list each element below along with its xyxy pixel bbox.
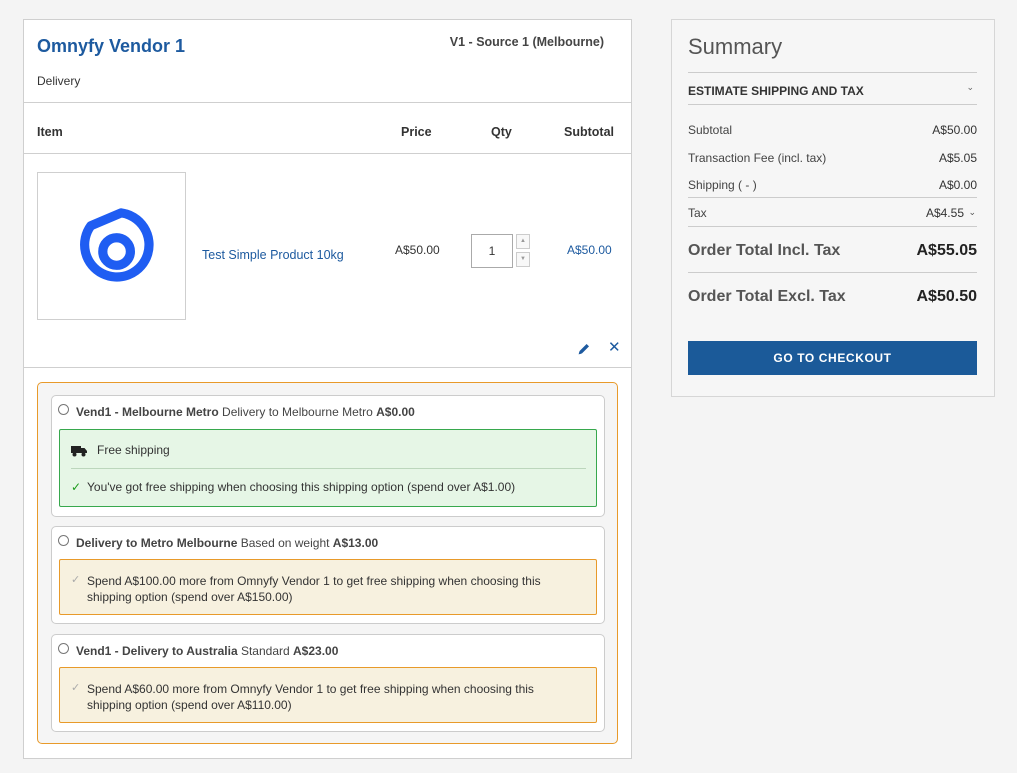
spend-more-notice: ✓ Spend A$100.00 more from Omnyfy Vendor… (59, 559, 597, 615)
check-icon: ✓ (71, 574, 81, 586)
close-icon[interactable]: ✕ (608, 338, 621, 356)
chevron-up-icon: ▲ (520, 238, 526, 244)
chevron-down-icon: ▼ (520, 256, 526, 262)
chevron-down-icon[interactable]: ⌄ (966, 82, 974, 93)
shipping-option[interactable]: Vend1 - Melbourne Metro Delivery to Melb… (51, 395, 605, 517)
column-header-qty: Qty (491, 125, 512, 139)
shipping-option-title: Vend1 - Delivery to Australia Standard A… (76, 644, 338, 658)
free-shipping-message: You've got free shipping when choosing t… (87, 480, 516, 494)
truck-icon (71, 446, 87, 457)
check-icon: ✓ (71, 682, 81, 694)
free-shipping-notice: Free shipping ✓ You've got free shipping… (59, 429, 597, 507)
tax-label[interactable]: Tax (688, 206, 707, 220)
free-shipping-title: Free shipping (97, 443, 170, 457)
delivery-label: Delivery (37, 74, 81, 88)
vendor-name: Omnyfy Vendor 1 (37, 36, 186, 56)
vendor-cart-block: Omnyfy Vendor 1 V1 - Source 1 (Melbourne… (23, 19, 632, 759)
chevron-down-icon[interactable]: ⌄ (968, 207, 976, 218)
shipping-option-description: Based on weight (240, 536, 330, 550)
shipping-option[interactable]: Vend1 - Delivery to Australia Standard A… (51, 634, 605, 732)
divider (688, 226, 977, 227)
spend-more-message: Spend A$60.00 more from Omnyfy Vendor 1 … (87, 682, 534, 712)
shipping-option-price: A$23.00 (293, 644, 339, 658)
shipping-value: A$0.00 (938, 178, 977, 192)
qty-decrease-button[interactable]: ▼ (516, 252, 530, 267)
divider (688, 272, 977, 273)
shipping-option-radio[interactable] (58, 404, 69, 415)
product-name-link[interactable]: Test Simple Product 10kg (202, 248, 344, 262)
shipping-options-panel: Vend1 - Melbourne Metro Delivery to Melb… (37, 382, 618, 744)
shipping-option[interactable]: Delivery to Metro Melbourne Based on wei… (51, 526, 605, 624)
order-total-incl-value: A$55.05 (916, 242, 978, 259)
divider (688, 104, 977, 105)
divider (71, 468, 586, 469)
product-price: A$50.00 (395, 243, 440, 257)
check-icon: ✓ (71, 480, 82, 494)
pencil-icon[interactable] (577, 342, 591, 356)
tax-value[interactable]: A$4.55 (926, 206, 964, 220)
subtotal-value: A$50.00 (932, 123, 977, 137)
shipping-option-radio[interactable] (58, 535, 69, 546)
qty-increase-button[interactable]: ▲ (516, 234, 530, 249)
spend-more-notice: ✓ Spend A$60.00 more from Omnyfy Vendor … (59, 667, 597, 723)
shipping-option-title: Vend1 - Melbourne Metro Delivery to Melb… (76, 405, 415, 419)
order-total-excl-label: Order Total Excl. Tax (688, 288, 846, 305)
shipping-option-price: A$0.00 (376, 405, 415, 419)
shipping-option-price: A$13.00 (332, 536, 379, 550)
quantity-input[interactable]: 1 (471, 234, 513, 268)
column-header-subtotal: Subtotal (564, 125, 614, 139)
order-total-excl-value: A$50.50 (916, 288, 978, 305)
shipping-option-name: Vend1 - Melbourne Metro (76, 405, 219, 419)
product-subtotal: A$50.00 (567, 243, 612, 257)
shipping-option-description: Standard (240, 644, 290, 658)
transaction-fee-value: A$5.05 (938, 151, 977, 165)
product-thumbnail[interactable] (37, 172, 186, 320)
omnyfy-logo-icon (79, 208, 154, 282)
cart-item-row: Test Simple Product 10kg A$50.00 1 ▲ ▼ A… (24, 154, 631, 368)
shipping-label: Shipping ( - ) (688, 178, 757, 192)
go-to-checkout-button[interactable]: GO TO CHECKOUT (688, 341, 977, 375)
column-header-price: Price (401, 125, 432, 139)
divider (688, 72, 977, 73)
order-summary: Summary ESTIMATE SHIPPING AND TAX ⌄ Subt… (671, 19, 995, 397)
cart-table-header: Item Price Qty Subtotal (24, 103, 631, 154)
shipping-option-name: Vend1 - Delivery to Australia (76, 644, 238, 658)
vendor-source: V1 - Source 1 (Melbourne) (449, 35, 604, 49)
transaction-fee-label: Transaction Fee (incl. tax) (688, 151, 827, 165)
shipping-option-description: Delivery to Melbourne Metro (222, 405, 373, 419)
order-total-incl-label: Order Total Incl. Tax (688, 242, 841, 259)
summary-title: Summary (688, 34, 783, 59)
estimate-shipping-toggle[interactable]: ESTIMATE SHIPPING AND TAX (688, 84, 864, 98)
subtotal-label: Subtotal (688, 123, 733, 137)
vendor-header: Omnyfy Vendor 1 V1 - Source 1 (Melbourne… (24, 20, 631, 103)
shipping-option-name: Delivery to Metro Melbourne (76, 536, 238, 550)
divider (688, 197, 977, 198)
spend-more-message: Spend A$100.00 more from Omnyfy Vendor 1… (87, 574, 541, 604)
shipping-option-radio[interactable] (58, 643, 69, 654)
column-header-item: Item (37, 125, 63, 139)
shipping-option-title: Delivery to Metro Melbourne Based on wei… (76, 536, 378, 550)
